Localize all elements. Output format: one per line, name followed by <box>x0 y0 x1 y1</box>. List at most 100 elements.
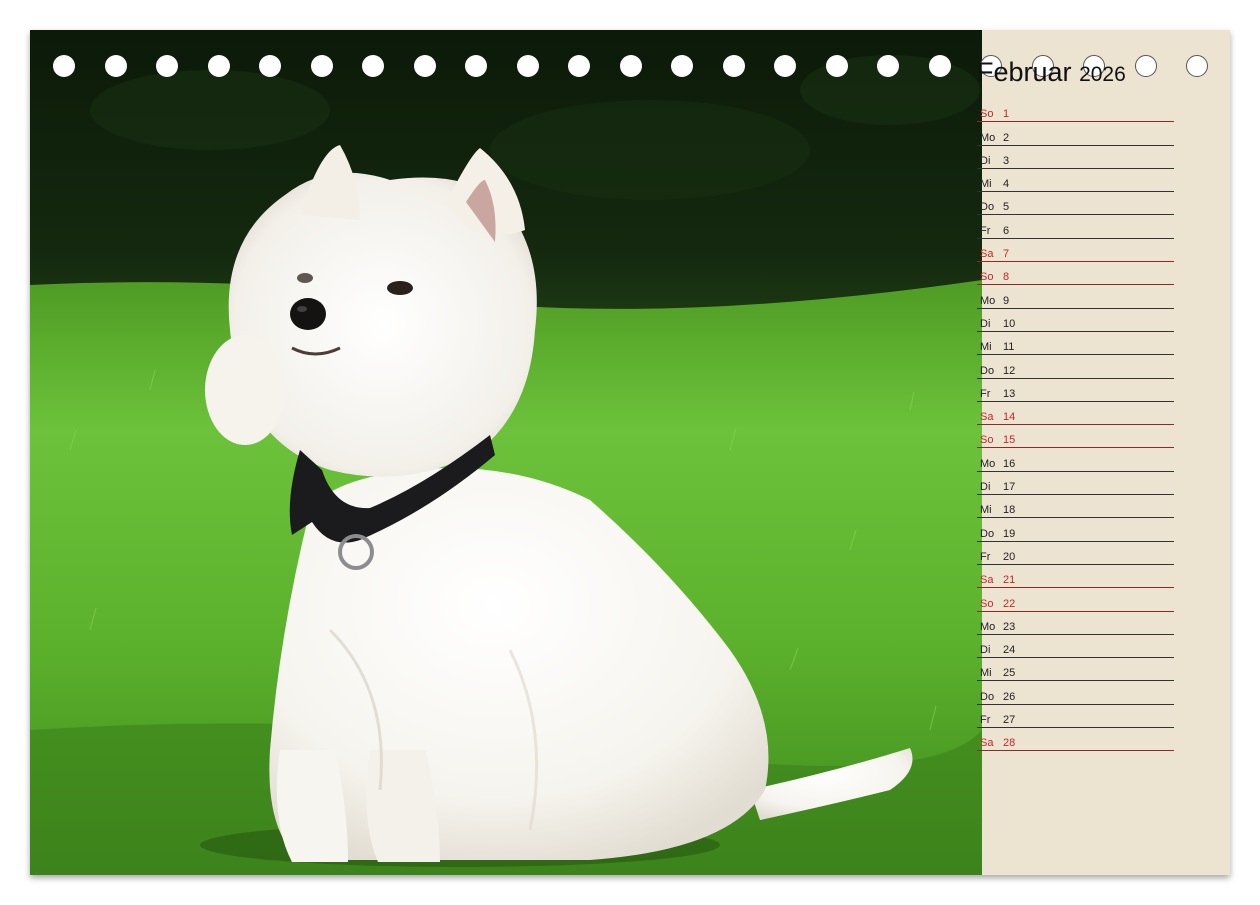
binding-hole-icon <box>877 55 899 77</box>
day-row: Fr 13 <box>977 379 1174 402</box>
binding-hole-icon <box>207 55 230 77</box>
weekday-label: So <box>980 108 994 121</box>
day-row: So 15 <box>977 425 1174 449</box>
binding-hole-icon <box>1186 55 1208 77</box>
binding-hole-icon <box>310 55 333 77</box>
weekday-label: Fr <box>980 714 991 727</box>
binding-hole-icon <box>53 55 75 77</box>
day-number: 25 <box>1003 667 1016 680</box>
day-number: 15 <box>1003 434 1016 447</box>
day-row: Sa 14 <box>977 402 1174 426</box>
weekday-label: Do <box>980 201 995 214</box>
day-number: 5 <box>1003 201 1010 214</box>
day-row: Fr 20 <box>977 542 1174 565</box>
binding-hole-icon <box>259 55 281 77</box>
weekday-label: Fr <box>980 550 991 563</box>
day-number: 18 <box>1003 504 1016 517</box>
day-number: 21 <box>1003 574 1016 587</box>
day-row: Mi 11 <box>977 332 1174 356</box>
binding-hole-icon <box>619 55 642 77</box>
day-number: 12 <box>1003 364 1016 377</box>
day-number: 20 <box>1003 550 1016 563</box>
day-number: 19 <box>1003 527 1016 540</box>
day-row: Mo 16 <box>977 448 1174 472</box>
weekday-label: Mi <box>980 667 992 680</box>
day-number: 28 <box>1003 737 1016 750</box>
day-number: 4 <box>1003 178 1010 191</box>
day-row: Sa 28 <box>977 728 1174 752</box>
binding-hole-icon <box>568 55 590 77</box>
day-number: 22 <box>1003 597 1016 610</box>
weekday-label: Mo <box>980 131 996 144</box>
day-row: So 22 <box>977 588 1174 612</box>
day-row: So 8 <box>977 262 1174 286</box>
binding-hole-icon <box>156 55 178 77</box>
day-row: Mi 4 <box>977 169 1174 193</box>
day-number: 6 <box>1003 224 1010 237</box>
binding-hole-icon <box>104 55 127 77</box>
day-number: 7 <box>1003 248 1010 261</box>
day-number: 23 <box>1003 620 1016 633</box>
weekday-label: Sa <box>980 411 994 424</box>
weekday-label: Fr <box>980 387 991 400</box>
day-number: 1 <box>1003 108 1010 121</box>
day-row: Fr 6 <box>977 215 1174 239</box>
weekday-label: Sa <box>980 248 994 261</box>
weekday-label: Do <box>980 527 995 540</box>
day-list: So 1 Mo 2 Di 3 Mi 4 Do 5 Fr 6 Sa 7 So 8 Mo 9 Di 10 Mi 11 Do 12 F… <box>977 99 1174 752</box>
day-number: 3 <box>1003 154 1010 167</box>
month-year: 2026 <box>1079 63 1126 86</box>
binding-hole-icon <box>1134 55 1157 77</box>
weekday-label: Mi <box>980 504 992 517</box>
binding-hole-icon <box>774 55 796 77</box>
binding-hole-icon <box>362 55 384 77</box>
month-heading: Februar 2026 <box>977 57 1126 88</box>
binding-hole-icon <box>928 55 951 77</box>
weekday-label: Mo <box>980 294 996 307</box>
binding-hole-icon <box>516 55 539 77</box>
day-number: 26 <box>1003 690 1016 703</box>
day-row: Mo 2 <box>977 122 1174 146</box>
weekday-label: Mo <box>980 620 996 633</box>
day-row: Di 3 <box>977 146 1174 169</box>
day-row: Di 10 <box>977 309 1174 332</box>
day-row: Mo 23 <box>977 612 1174 635</box>
weekday-label: Di <box>980 481 991 494</box>
day-row: Fr 27 <box>977 705 1174 729</box>
weekday-label: Mi <box>980 178 992 191</box>
day-number: 16 <box>1003 457 1016 470</box>
weekday-label: Di <box>980 644 991 657</box>
weekday-label: Do <box>980 690 995 703</box>
binding-hole-icon <box>825 55 848 77</box>
day-number: 10 <box>1003 317 1016 330</box>
day-number: 8 <box>1003 271 1010 284</box>
weekday-label: So <box>980 271 994 284</box>
month-name: Februar <box>977 57 1072 87</box>
day-number: 9 <box>1003 294 1010 307</box>
day-number: 27 <box>1003 714 1016 727</box>
day-row: Di 24 <box>977 635 1174 659</box>
day-row: Do 26 <box>977 681 1174 705</box>
day-number: 2 <box>1003 131 1010 144</box>
weekday-label: So <box>980 597 994 610</box>
binding-hole-icon <box>465 55 487 77</box>
weekday-label: Sa <box>980 574 994 587</box>
day-number: 13 <box>1003 387 1016 400</box>
binding-hole-icon <box>413 55 436 77</box>
day-number: 17 <box>1003 481 1016 494</box>
weekday-label: Mi <box>980 341 992 354</box>
binding-hole-icon <box>722 55 745 77</box>
day-row: Do 12 <box>977 355 1174 379</box>
day-row: Mi 25 <box>977 658 1174 682</box>
weekday-label: Sa <box>980 737 994 750</box>
day-row: Do 5 <box>977 192 1174 216</box>
day-number: 24 <box>1003 644 1016 657</box>
day-row: Di 17 <box>977 472 1174 496</box>
day-row: So 1 <box>977 99 1174 123</box>
day-row: Sa 21 <box>977 565 1174 589</box>
day-row: Mo 9 <box>977 285 1174 309</box>
day-row: Sa 7 <box>977 239 1174 263</box>
weekday-label: So <box>980 434 994 447</box>
day-row: Mi 18 <box>977 495 1174 519</box>
weekday-label: Fr <box>980 224 991 237</box>
